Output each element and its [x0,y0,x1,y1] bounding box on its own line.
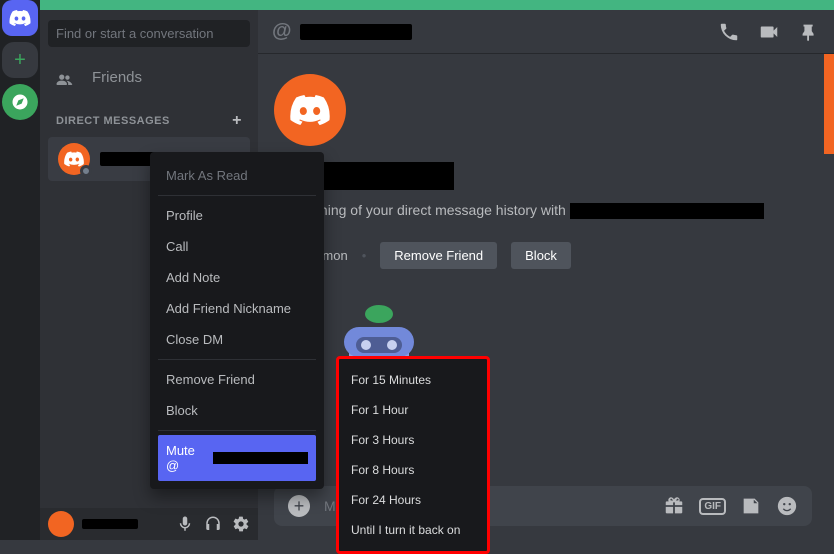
mute-indefinite[interactable]: Until I turn it back on [345,515,481,545]
gear-icon[interactable] [232,515,250,533]
explore-button[interactable] [2,84,38,120]
menu-profile[interactable]: Profile [158,200,316,231]
home-button[interactable] [2,0,38,36]
menu-add-note[interactable]: Add Note [158,262,316,293]
create-dm-button[interactable]: + [232,112,242,130]
mutual-row: s in common • Remove Friend Block [274,242,806,269]
menu-remove-friend[interactable]: Remove Friend [158,364,316,395]
gif-button[interactable]: GIF [699,498,726,515]
gift-icon[interactable] [663,495,685,517]
menu-close-dm[interactable]: Close DM [158,324,316,355]
mute-15-min[interactable]: For 15 Minutes [345,365,481,395]
intro-username [570,203,764,219]
message-placeholder: M [324,498,336,514]
user-area [40,508,258,540]
emoji-icon[interactable] [776,495,798,517]
mute-24-hours[interactable]: For 24 Hours [345,485,481,515]
mic-icon[interactable] [176,515,194,533]
mute-1-hour[interactable]: For 1 Hour [345,395,481,425]
friends-label: Friends [92,69,142,86]
mute-duration-submenu: For 15 Minutes For 1 Hour For 3 Hours Fo… [336,356,490,554]
menu-mute[interactable]: Mute @ [158,435,316,481]
mute-8-hours[interactable]: For 8 Hours [345,455,481,485]
user-context-menu: Mark As Read Profile Call Add Note Add F… [150,152,324,489]
self-avatar[interactable] [48,511,74,537]
menu-add-friend-nickname[interactable]: Add Friend Nickname [158,293,316,324]
avatar [58,143,90,175]
guild-sidebar: + [0,0,40,540]
scroll-indicator [824,54,834,154]
chat-header: @ [258,10,834,54]
search-input[interactable]: Find or start a conversation [48,20,250,47]
video-call-icon[interactable] [758,21,780,43]
add-server-button[interactable]: + [2,42,38,78]
menu-mark-as-read[interactable]: Mark As Read [158,160,316,191]
headphones-icon[interactable] [204,515,222,533]
chat-title [300,24,412,40]
top-banner [40,0,834,10]
mute-3-hours[interactable]: For 3 Hours [345,425,481,455]
block-button[interactable]: Block [511,242,571,269]
menu-block[interactable]: Block [158,395,316,426]
friends-nav[interactable]: Friends [40,57,258,98]
pin-icon[interactable] [798,21,820,43]
status-indicator [80,165,92,177]
dm-header: DIRECT MESSAGES + [40,98,258,136]
remove-friend-button[interactable]: Remove Friend [380,242,497,269]
attach-button[interactable]: + [288,495,310,517]
voice-call-icon[interactable] [718,21,740,43]
menu-call[interactable]: Call [158,231,316,262]
redacted-name [213,452,308,464]
at-icon: @ [272,20,292,43]
sticker-icon[interactable] [740,495,762,517]
friends-icon [56,71,78,85]
profile-avatar [274,74,346,146]
self-username [82,519,138,529]
